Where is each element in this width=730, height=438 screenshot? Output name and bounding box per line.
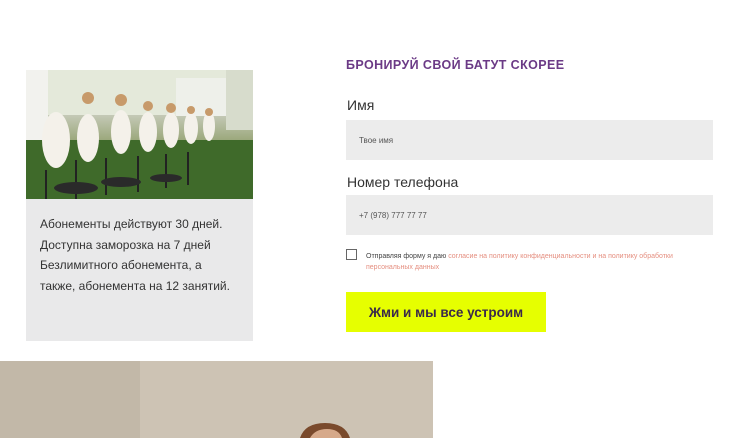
consent-text: Отправляя форму я даю согласие на полити… [366, 251, 696, 273]
membership-info-card: Абонементы действуют 30 дней. Доступна з… [26, 70, 253, 341]
consent-checkbox[interactable] [346, 249, 357, 260]
submit-button[interactable]: Жми и мы все устроим [346, 292, 546, 332]
consent-prefix: Отправляя форму я даю [366, 253, 447, 260]
bottom-photo [0, 361, 433, 438]
phone-input[interactable] [346, 195, 713, 235]
name-label: Имя [347, 97, 375, 113]
form-title: БРОНИРУЙ СВОЙ БАТУТ СКОРЕЕ [346, 58, 565, 72]
membership-description: Абонементы действуют 30 дней. Доступна з… [40, 217, 230, 293]
phone-label: Номер телефона [347, 174, 459, 190]
name-input[interactable] [346, 120, 713, 160]
trampoline-class-photo [26, 70, 253, 199]
